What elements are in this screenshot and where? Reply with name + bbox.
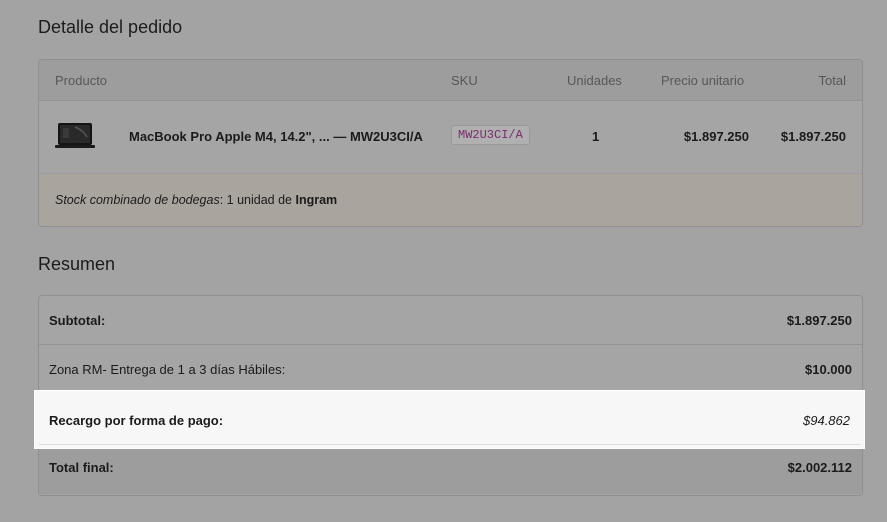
total-final-label: Total final: [49,460,114,475]
stock-note-label: Stock combinado de bodegas [55,193,220,207]
laptop-icon [55,123,95,148]
total-final-value: $2.002.112 [787,460,852,475]
surcharge-row: Recargo por forma de pago: $94.862 [39,393,860,445]
order-detail-title: Detalle del pedido [38,17,183,37]
stock-note-value: : 1 unidad de [219,193,296,207]
column-header-total: Total [818,73,846,88]
subtotal-label: Subtotal: [49,313,106,328]
surcharge-value: $94.862 [803,413,850,428]
stock-note-text: Stock combinado de bodegas: 1 unidad de … [55,193,337,207]
order-detail-table: Producto SKU Unidades Precio unitario To… [38,59,863,227]
shipping-label: Zona RM- Entrega de 1 a 3 días Hábiles: [49,362,286,377]
column-header-sku: SKU [451,73,478,88]
column-header-producto: Producto [55,73,108,88]
table-row: MacBook Pro Apple M4, 14.2", ... — MW2U3… [39,101,862,173]
shipping-row: Zona RM- Entrega de 1 a 3 días Hábiles: … [39,345,862,394]
product-name[interactable]: MacBook Pro Apple M4, 14.2", ... — MW2U3… [129,129,423,144]
unit-price-value: $1.897.250 [683,129,749,144]
shipping-value: $10.000 [805,362,852,377]
subtotal-value: $1.897.250 [786,313,852,328]
total-final-row: Total final: $2.002.112 [39,443,862,494]
subtotal-row: Subtotal: $1.897.250 [39,296,862,345]
column-header-precio-unitario: Precio unitario [661,73,745,88]
stock-note-supplier: Ingram [295,193,338,207]
surcharge-row-highlight: Recargo por forma de pago: $94.862 [35,391,864,448]
row-total-value: $1.897.250 [780,129,846,144]
quantity-value: 1 [592,129,600,144]
surcharge-label: Recargo por forma de pago: [49,413,224,428]
sku-badge: MW2U3CI/A [451,125,530,145]
column-header-unidades: Unidades [567,73,622,88]
summary-title: Resumen [38,254,116,274]
stock-note: Stock combinado de bodegas: 1 unidad de … [39,173,862,226]
table-header: Producto SKU Unidades Precio unitario To… [39,60,862,101]
